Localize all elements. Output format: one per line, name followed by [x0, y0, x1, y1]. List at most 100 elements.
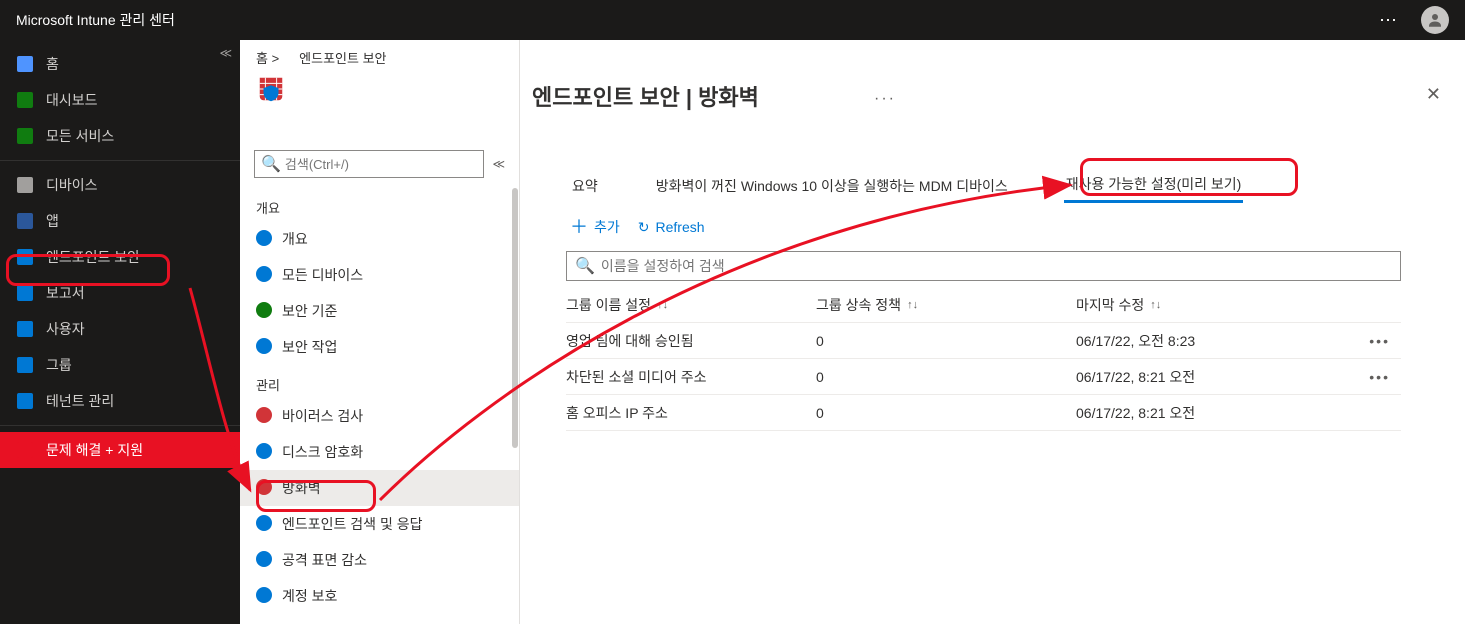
refresh-button[interactable]: ↻ Refresh: [638, 219, 705, 236]
nav-label: 엔드포인트 보안: [46, 247, 140, 267]
command-bar: ＋ 추가 ↻ Refresh: [570, 217, 1445, 237]
col-last-modified[interactable]: 마지막 수정 ↑↓: [1076, 295, 1336, 315]
tab-summary[interactable]: 요약: [570, 170, 600, 202]
sec-item-info[interactable]: 개요: [240, 221, 519, 257]
table-search-input[interactable]: [601, 258, 1392, 274]
sec-item-antivirus[interactable]: 바이러스 검사: [240, 398, 519, 434]
blade-search-input[interactable]: [281, 157, 478, 172]
cell-modified: 06/17/22, 8:21 오전: [1076, 367, 1336, 387]
sec-item-label: 보안 기준: [282, 301, 337, 321]
sec-group-overview: 개요: [240, 188, 519, 221]
search-icon: 🔍: [575, 256, 595, 276]
nav-item-devices[interactable]: 디바이스: [0, 167, 240, 203]
cell-name: 영업 팀에 대해 승인됨: [566, 331, 816, 351]
row-actions-button[interactable]: •••: [1336, 369, 1396, 385]
sec-item-edr[interactable]: 엔드포인트 검색 및 응답: [240, 506, 519, 542]
troubleshoot-icon: [16, 441, 34, 459]
nav-label: 테넌트 관리: [46, 391, 114, 411]
nav-label: 대시보드: [46, 90, 98, 110]
sec-item-baseline[interactable]: 보안 기준: [240, 293, 519, 329]
topbar-more-button[interactable]: ⋯: [1369, 6, 1407, 35]
sec-item-label: 바이러스 검사: [282, 406, 363, 426]
nav-label: 그룹: [46, 355, 72, 375]
firewall-blade-icon: [256, 74, 286, 104]
table-header: 그룹 이름 설정 ↑↓ 그룹 상속 정책 ↑↓ 마지막 수정 ↑↓: [566, 287, 1401, 323]
sec-item-firewall[interactable]: 방화벽: [240, 470, 519, 506]
nav-item-users[interactable]: 사용자: [0, 311, 240, 347]
edr-icon: [256, 515, 272, 534]
search-icon: 🔍: [261, 154, 281, 174]
table-search-box[interactable]: 🔍: [566, 251, 1401, 281]
secondary-collapse-toggle[interactable]: ≪: [492, 157, 505, 171]
close-button[interactable]: ✕: [1426, 84, 1441, 105]
sec-item-label: 공격 표면 감소: [282, 550, 367, 570]
avatar[interactable]: [1421, 6, 1449, 34]
add-button[interactable]: ＋ 추가: [570, 217, 620, 237]
reports-icon: [16, 284, 34, 302]
page-title: 엔드포인트 보안 | 방화벽: [532, 80, 759, 112]
col-inherited-policies[interactable]: 그룹 상속 정책 ↑↓: [816, 295, 1076, 315]
table-row[interactable]: 차단된 소셜 미디어 주소 0 06/17/22, 8:21 오전 •••: [566, 359, 1401, 395]
nav-item-apps[interactable]: 앱: [0, 203, 240, 239]
table-search-row: 🔍: [566, 251, 1445, 281]
nav-item-home[interactable]: 홈: [0, 46, 240, 82]
tenant-admin-icon: [16, 392, 34, 410]
plus-icon: ＋: [570, 220, 588, 234]
sec-item-asr[interactable]: 공격 표면 감소: [240, 542, 519, 578]
nav-item-troubleshoot[interactable]: 문제 해결 + 지원: [0, 432, 240, 468]
scrollbar-thumb[interactable]: [512, 188, 518, 448]
blade: 홈 > 엔드포인트 보안 🔍 ≪ 개요 개요모든 디바이스보안 기준보: [240, 40, 1465, 624]
nav-item-tenant-admin[interactable]: 테넌트 관리: [0, 383, 240, 419]
devices-icon: [256, 266, 272, 285]
nav-item-services[interactable]: 모든 서비스: [0, 118, 240, 154]
sort-icon: ↑↓: [907, 299, 918, 311]
secondary-scrollbar[interactable]: [511, 188, 519, 624]
nav-collapse-toggle[interactable]: ≪: [219, 46, 232, 60]
tabs: 요약 방화벽이 꺼진 Windows 10 이상을 실행하는 MDM 디바이스 …: [570, 168, 1445, 203]
sec-item-label: 계정 보호: [282, 586, 337, 606]
add-label: 추가: [594, 217, 620, 237]
sec-item-disk-enc[interactable]: 디스크 암호화: [240, 434, 519, 470]
table-row[interactable]: 홈 오피스 IP 주소 0 06/17/22, 8:21 오전: [566, 395, 1401, 431]
cell-name: 홈 오피스 IP 주소: [566, 403, 816, 423]
services-icon: [16, 127, 34, 145]
blade-more-button[interactable]: ···: [874, 90, 896, 108]
cell-policies: 0: [816, 333, 1076, 349]
cell-modified: 06/17/22, 오전 8:23: [1076, 331, 1336, 351]
groups-icon: [16, 356, 34, 374]
sec-group-manage: 관리: [240, 365, 519, 398]
cell-policies: 0: [816, 369, 1076, 385]
blade-search-wrap: 🔍 ≪: [254, 150, 505, 178]
apps-icon: [16, 212, 34, 230]
nav-label: 문제 해결 + 지원: [46, 440, 143, 460]
blade-search-box[interactable]: 🔍: [254, 150, 484, 178]
sort-icon: ↑↓: [1150, 299, 1161, 311]
sec-item-devices[interactable]: 모든 디바이스: [240, 257, 519, 293]
left-nav: ≪ 홈대시보드모든 서비스디바이스앱엔드포인트 보안보고서사용자그룹테넌트 관리…: [0, 40, 240, 624]
refresh-label: Refresh: [656, 219, 705, 235]
sec-item-shield[interactable]: 보안 작업: [240, 329, 519, 365]
cell-policies: 0: [816, 405, 1076, 421]
breadcrumb: 홈 > 엔드포인트 보안: [256, 48, 387, 67]
sec-item-account-prot[interactable]: 계정 보호: [240, 578, 519, 614]
tab-reusable-settings[interactable]: 재사용 가능한 설정(미리 보기): [1064, 168, 1244, 203]
shield-icon: [256, 338, 272, 357]
sort-icon: ↑↓: [657, 299, 668, 311]
refresh-icon: ↻: [638, 219, 650, 236]
nav-item-endpoint-security[interactable]: 엔드포인트 보안: [0, 239, 240, 275]
breadcrumb-root[interactable]: 홈 >: [256, 48, 279, 67]
dashboard-icon: [16, 91, 34, 109]
sec-item-label: 모든 디바이스: [282, 265, 363, 285]
sec-item-label: 엔드포인트 검색 및 응답: [282, 514, 422, 534]
table-row[interactable]: 영업 팀에 대해 승인됨 0 06/17/22, 오전 8:23 •••: [566, 323, 1401, 359]
secondary-nav: 홈 > 엔드포인트 보안 🔍 ≪ 개요 개요모든 디바이스보안 기준보: [240, 40, 520, 624]
tab-firewall-off[interactable]: 방화벽이 꺼진 Windows 10 이상을 실행하는 MDM 디바이스: [654, 170, 1010, 202]
breadcrumb-current[interactable]: 엔드포인트 보안: [299, 48, 386, 67]
devices-icon: [16, 176, 34, 194]
nav-item-reports[interactable]: 보고서: [0, 275, 240, 311]
nav-item-groups[interactable]: 그룹: [0, 347, 240, 383]
col-group-name[interactable]: 그룹 이름 설정 ↑↓: [566, 295, 816, 315]
row-actions-button[interactable]: •••: [1336, 333, 1396, 349]
nav-label: 앱: [46, 211, 59, 231]
nav-item-dashboard[interactable]: 대시보드: [0, 82, 240, 118]
